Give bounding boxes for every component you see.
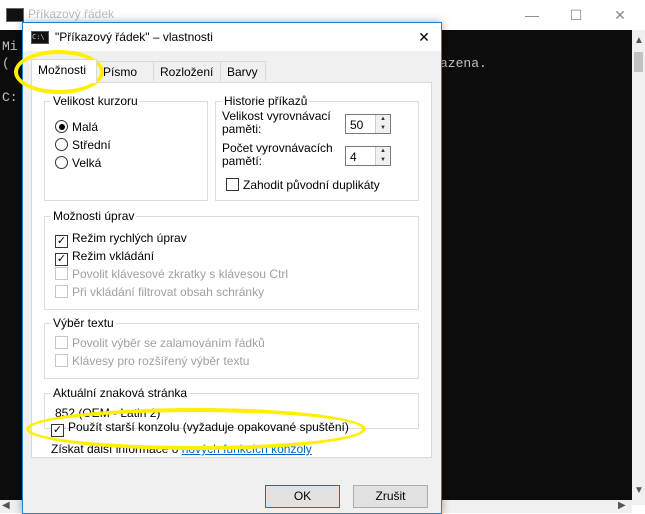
console-line: ( <box>2 56 10 71</box>
group-label: Aktuální znaková stránka <box>51 386 190 400</box>
buffer-size-stepper[interactable]: 50 ▲ ▼ <box>345 114 391 134</box>
insert-mode-checkbox[interactable]: ✓ Režim vkládání <box>55 249 154 266</box>
group-label: Velikost kurzoru <box>51 94 140 108</box>
checkbox[interactable] <box>226 178 239 191</box>
checkbox <box>55 336 68 349</box>
ok-button[interactable]: OK <box>265 485 340 508</box>
scroll-up-icon[interactable]: ▲ <box>634 35 644 46</box>
console-icon <box>6 8 24 22</box>
close-icon[interactable]: ✕ <box>411 25 437 49</box>
text-selection-group: Výběr textu Povolit výběr se zalamováním… <box>44 316 419 379</box>
more-info-link[interactable]: nových funkcích konzoly <box>182 442 312 456</box>
scroll-down-icon[interactable]: ▼ <box>634 485 644 496</box>
scroll-left-icon[interactable]: ◀ <box>2 500 10 511</box>
checkbox[interactable]: ✓ <box>55 253 68 266</box>
edit-options-group: Možnosti úprav ✓ Režim rychlých úprav ✓ Re… <box>44 209 419 310</box>
vertical-scrollbar[interactable]: ▲ ▼ <box>632 30 645 505</box>
extended-keys-checkbox: Klávesy pro rozšířený výběr textu <box>55 354 249 368</box>
spin-up-icon[interactable]: ▲ <box>376 115 390 124</box>
checkbox[interactable]: ✓ <box>55 235 68 248</box>
tab-font[interactable]: Písmo <box>96 61 154 81</box>
radio-button[interactable] <box>55 138 68 151</box>
filter-clipboard-checkbox: Při vkládání filtrovat obsah schránky <box>55 285 264 299</box>
buffer-count-label: Počet vyrovnávacích pamětí: <box>222 141 333 168</box>
radio-button[interactable] <box>55 120 68 133</box>
console-partial-text: azena. <box>440 56 487 71</box>
discard-duplicates-checkbox[interactable]: Zahodit původní duplikáty <box>226 178 380 192</box>
buffer-count-stepper[interactable]: 4 ▲ ▼ <box>345 146 391 166</box>
spin-down-icon[interactable]: ▼ <box>376 156 390 165</box>
checkbox-label: Režim vkládání <box>72 249 155 263</box>
tab-layout[interactable]: Rozložení <box>153 61 221 81</box>
ctrl-shortcuts-checkbox: Povolit klávesové zkratky s klávesou Ctr… <box>55 267 288 281</box>
checkbox-label: Zahodit původní duplikáty <box>243 178 380 192</box>
properties-dialog: C:\ "Příkazový řádek" – vlastnosti ✕ Mož… <box>22 22 442 514</box>
codepage-value: 852 (OEM - Latin 2) <box>55 406 161 420</box>
checkbox <box>55 285 68 298</box>
cursor-size-group: Velikost kurzoru Malá Střední Velká <box>44 94 208 201</box>
radio-cursor-large[interactable]: Velká <box>55 156 101 170</box>
tab-colors[interactable]: Barvy <box>220 61 266 81</box>
scroll-thumb[interactable] <box>634 52 643 72</box>
quick-edit-checkbox[interactable]: ✓ Režim rychlých úprav <box>55 231 187 248</box>
console-line: C: <box>2 90 18 105</box>
checkbox-label: Povolit výběr se zalamováním řádků <box>72 336 265 350</box>
checkbox-label: Klávesy pro rozšířený výběr textu <box>72 354 250 368</box>
buffer-size-value[interactable]: 50 <box>350 118 363 132</box>
radio-cursor-medium[interactable]: Střední <box>55 138 111 152</box>
radio-button[interactable] <box>55 156 68 169</box>
background-window-title: Příkazový řádek <box>28 7 115 21</box>
command-history-group: Historie příkazů Velikost vyrovnávací pa… <box>215 94 419 201</box>
radio-cursor-small[interactable]: Malá <box>55 120 98 134</box>
line-wrap-selection-checkbox: Povolit výběr se zalamováním řádků <box>55 336 265 350</box>
checkbox[interactable]: ✓ <box>51 424 64 437</box>
minimize-icon[interactable]: — <box>512 4 552 26</box>
legacy-console-checkbox[interactable]: ✓ Použít starší konzolu (vyžaduje opakova… <box>51 420 349 437</box>
dialog-title-bar[interactable]: C:\ "Příkazový řádek" – vlastnosti ✕ <box>23 23 441 51</box>
more-info-prefix: Získat další informace o <box>51 442 179 456</box>
group-label: Možnosti úprav <box>51 209 137 223</box>
options-panel: Velikost kurzoru Malá Střední Velká Hist… <box>31 82 432 458</box>
checkbox-label: Povolit klávesové zkratky s klávesou Ctr… <box>72 267 289 281</box>
group-label: Výběr textu <box>51 316 116 330</box>
spin-down-icon[interactable]: ▼ <box>376 124 390 133</box>
group-label: Historie příkazů <box>222 94 310 108</box>
console-icon: C:\ <box>31 31 49 44</box>
checkbox-label: Režim rychlých úprav <box>72 231 187 245</box>
cancel-button[interactable]: Zrušit <box>353 485 428 508</box>
more-info-text: Získat další informace o nových funkcích… <box>51 442 312 456</box>
maximize-icon[interactable]: ☐ <box>556 4 596 26</box>
checkbox-label: Použít starší konzolu (vyžaduje opakovan… <box>68 420 349 434</box>
checkbox <box>55 267 68 280</box>
buffer-size-label: Velikost vyrovnávací paměti: <box>222 109 331 136</box>
close-window-icon[interactable]: ✕ <box>600 4 640 26</box>
checkbox <box>55 354 68 367</box>
checkbox-label: Při vkládání filtrovat obsah schránky <box>72 285 265 299</box>
radio-label: Střední <box>72 138 111 152</box>
console-line: Mi <box>2 39 18 54</box>
radio-label: Malá <box>72 120 99 134</box>
spin-up-icon[interactable]: ▲ <box>376 147 390 156</box>
radio-label: Velká <box>72 156 102 170</box>
buffer-count-value[interactable]: 4 <box>350 150 357 164</box>
scroll-right-icon[interactable]: ▶ <box>618 500 626 511</box>
dialog-title: "Příkazový řádek" – vlastnosti <box>55 30 213 44</box>
tab-options[interactable]: Možnosti <box>31 59 97 83</box>
